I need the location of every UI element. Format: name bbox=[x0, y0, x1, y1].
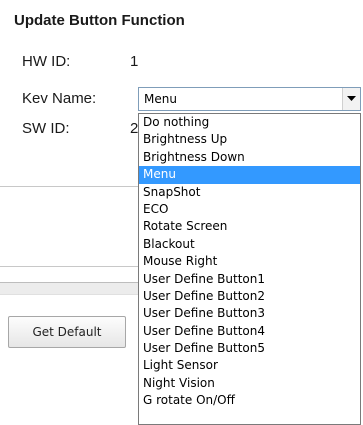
dropdown-option[interactable]: Do nothing bbox=[139, 114, 360, 131]
dropdown-option[interactable]: Light Sensor bbox=[139, 357, 360, 374]
dropdown-arrow-button[interactable] bbox=[342, 88, 360, 110]
chevron-down-icon bbox=[347, 96, 356, 101]
key-name-label: Kev Name: bbox=[22, 90, 97, 107]
key-name-select[interactable]: Menu bbox=[138, 87, 361, 111]
key-name-select-value: Menu bbox=[144, 92, 177, 106]
dropdown-option[interactable]: G rotate On/Off bbox=[139, 392, 360, 409]
dropdown-option[interactable]: Blackout bbox=[139, 236, 360, 253]
dropdown-option[interactable]: Menu bbox=[139, 166, 360, 184]
dropdown-option[interactable]: User Define Button3 bbox=[139, 305, 360, 322]
sw-id-label: SW ID: bbox=[22, 120, 70, 137]
dropdown-option[interactable]: Brightness Down bbox=[139, 149, 360, 166]
toolbar-band bbox=[0, 282, 138, 295]
hw-id-value: 1 bbox=[130, 53, 139, 70]
dropdown-option[interactable]: SnapShot bbox=[139, 184, 360, 201]
dropdown-option[interactable]: User Define Button4 bbox=[139, 323, 360, 340]
dropdown-option[interactable]: User Define Button2 bbox=[139, 288, 360, 305]
hw-id-label: HW ID: bbox=[22, 53, 71, 70]
dropdown-option[interactable]: Mouse Right bbox=[139, 253, 360, 270]
dropdown-option[interactable]: User Define Button1 bbox=[139, 271, 360, 288]
section-divider bbox=[0, 186, 138, 187]
dropdown-option[interactable]: User Define Button5 bbox=[139, 340, 360, 357]
dropdown-option[interactable]: Rotate Screen bbox=[139, 218, 360, 235]
section-divider bbox=[0, 266, 138, 267]
get-default-button[interactable]: Get Default bbox=[8, 316, 126, 348]
dropdown-option[interactable]: Brightness Up bbox=[139, 131, 360, 148]
key-name-dropdown-list[interactable]: Do nothing Brightness Up Brightness Down Me… bbox=[138, 113, 361, 425]
panel-title: Update Button Function bbox=[14, 12, 185, 29]
dropdown-option[interactable]: ECO bbox=[139, 201, 360, 218]
dropdown-option[interactable]: Night Vision bbox=[139, 375, 360, 392]
